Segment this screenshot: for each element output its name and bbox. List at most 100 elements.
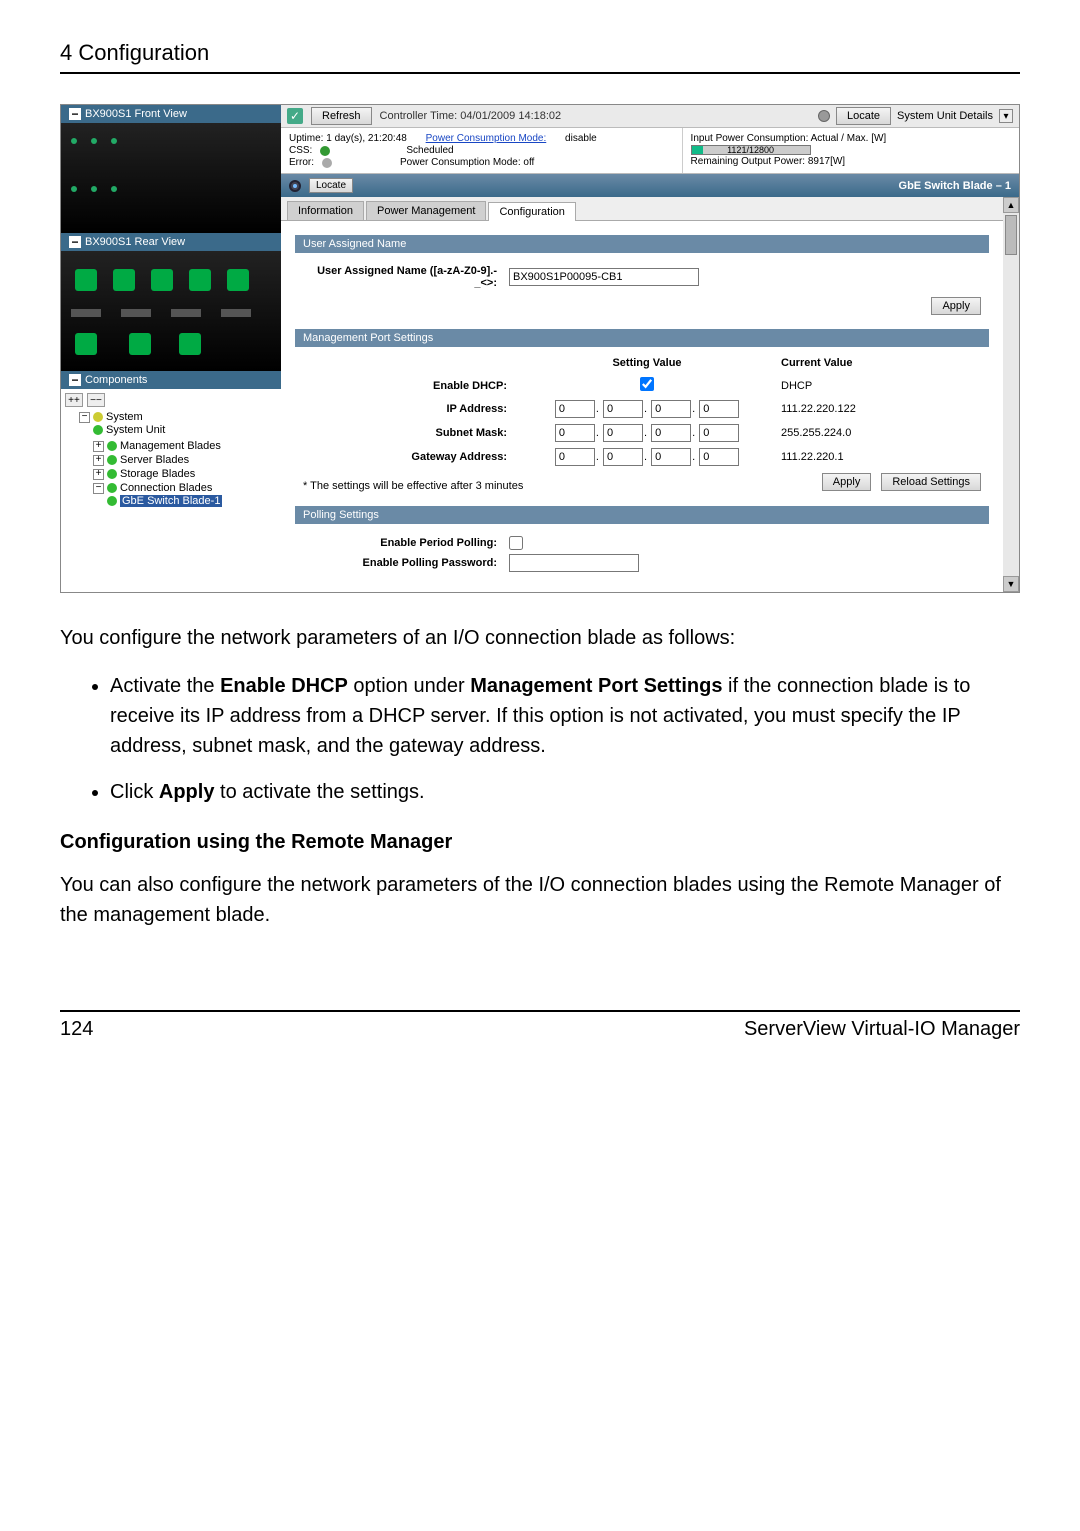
apply-port-settings-button[interactable]: Apply bbox=[822, 473, 872, 491]
subnet-current: 255.255.224.0 bbox=[781, 427, 981, 439]
status-icon bbox=[107, 496, 117, 506]
status-icon bbox=[107, 483, 117, 493]
details-expand-icon[interactable]: ▾ bbox=[999, 109, 1013, 123]
expand-all-icon[interactable]: ++ bbox=[65, 393, 83, 407]
ip-octet-4[interactable] bbox=[699, 400, 739, 418]
pcm-off-label: Power Consumption Mode: off bbox=[400, 157, 534, 168]
scroll-thumb[interactable] bbox=[1005, 215, 1017, 255]
error-label: Error: bbox=[289, 157, 314, 168]
list-item: Click Apply to activate the settings. bbox=[110, 777, 1020, 807]
status-icon bbox=[107, 455, 117, 465]
controller-time: Controller Time: 04/01/2009 14:18:02 bbox=[380, 110, 810, 122]
subnet-octet-2[interactable] bbox=[603, 424, 643, 442]
subnet-octet-4[interactable] bbox=[699, 424, 739, 442]
pcm-value: disable bbox=[565, 133, 597, 144]
enable-period-polling-checkbox[interactable] bbox=[509, 536, 523, 550]
closing-paragraph: You can also configure the network param… bbox=[60, 870, 1020, 930]
error-status-icon bbox=[322, 158, 332, 168]
scroll-up-icon[interactable]: ▲ bbox=[1003, 197, 1019, 213]
gw-octet-2[interactable] bbox=[603, 448, 643, 466]
info-bar: Uptime: 1 day(s), 21:20:48 Power Consump… bbox=[281, 128, 1019, 174]
sub-heading: Configuration using the Remote Manager bbox=[60, 831, 1020, 854]
scroll-down-icon[interactable]: ▼ bbox=[1003, 576, 1019, 592]
collapse-icon[interactable]: − bbox=[69, 108, 81, 120]
components-header[interactable]: − Components bbox=[61, 371, 281, 389]
reload-settings-button[interactable]: Reload Settings bbox=[881, 473, 981, 491]
settings-note: * The settings will be effective after 3… bbox=[303, 480, 822, 492]
locate-indicator-icon bbox=[818, 110, 830, 122]
apply-user-name-button[interactable]: Apply bbox=[931, 297, 981, 315]
expander-icon[interactable]: − bbox=[93, 483, 104, 494]
components-title: Components bbox=[85, 374, 147, 386]
gateway-current: 111.22.220.1 bbox=[781, 451, 981, 463]
rear-view-image bbox=[61, 251, 281, 371]
locate-blade-button[interactable]: Locate bbox=[309, 178, 353, 193]
tab-bar: Information Power Management Configurati… bbox=[281, 197, 1003, 221]
polling-password-input[interactable] bbox=[509, 554, 639, 572]
gateway-label: Gateway Address: bbox=[303, 451, 513, 463]
vertical-scrollbar[interactable]: ▲ ▼ bbox=[1003, 197, 1019, 592]
locate-button[interactable]: Locate bbox=[836, 107, 891, 125]
setting-value-header: Setting Value bbox=[513, 357, 781, 369]
ip-address-label: IP Address: bbox=[303, 403, 513, 415]
management-port-settings-header: Management Port Settings bbox=[295, 329, 989, 347]
tree-server-blades[interactable]: Server Blades bbox=[120, 454, 189, 466]
right-column: ✓ Refresh Controller Time: 04/01/2009 14… bbox=[281, 105, 1019, 592]
enable-period-polling-label: Enable Period Polling: bbox=[303, 537, 503, 549]
front-view-title: BX900S1 Front View bbox=[85, 108, 187, 120]
instruction-list: Activate the Enable DHCP option under Ma… bbox=[60, 671, 1020, 807]
rear-view-title: BX900S1 Rear View bbox=[85, 236, 185, 248]
subnet-octet-1[interactable] bbox=[555, 424, 595, 442]
gw-octet-4[interactable] bbox=[699, 448, 739, 466]
expander-icon[interactable]: + bbox=[93, 455, 104, 466]
subnet-octet-3[interactable] bbox=[651, 424, 691, 442]
ip-octet-1[interactable] bbox=[555, 400, 595, 418]
switch-blade-bar: Locate GbE Switch Blade – 1 bbox=[281, 174, 1019, 197]
tree-system-unit[interactable]: System Unit bbox=[106, 424, 165, 436]
pcm-link[interactable]: Power Consumption Mode: bbox=[426, 133, 547, 144]
ip-octet-3[interactable] bbox=[651, 400, 691, 418]
collapse-all-icon[interactable]: −− bbox=[87, 393, 105, 407]
expander-icon[interactable]: + bbox=[93, 469, 104, 480]
ip-current: 111.22.220.122 bbox=[781, 403, 981, 415]
expander-icon[interactable]: + bbox=[93, 441, 104, 452]
user-assigned-name-input[interactable] bbox=[509, 268, 699, 286]
tree-connection-blades[interactable]: Connection Blades bbox=[120, 482, 212, 494]
status-icon bbox=[93, 425, 103, 435]
expander-icon[interactable]: − bbox=[79, 412, 90, 423]
tab-power-management[interactable]: Power Management bbox=[366, 201, 486, 220]
user-assigned-name-header: User Assigned Name bbox=[295, 235, 989, 253]
rear-view-header[interactable]: − BX900S1 Rear View bbox=[61, 233, 281, 251]
refresh-button[interactable]: Refresh bbox=[311, 107, 372, 125]
tab-information[interactable]: Information bbox=[287, 201, 364, 220]
status-icon bbox=[107, 441, 117, 451]
page-footer: 124 ServerView Virtual-IO Manager bbox=[60, 1012, 1020, 1041]
system-unit-details-label: System Unit Details bbox=[897, 110, 993, 122]
left-column: − BX900S1 Front View − BX900S1 Rear View bbox=[61, 105, 281, 592]
enable-dhcp-checkbox[interactable] bbox=[640, 377, 654, 391]
tree-mgmt-blades[interactable]: Management Blades bbox=[120, 440, 221, 452]
list-item: Activate the Enable DHCP option under Ma… bbox=[110, 671, 1020, 761]
gw-octet-1[interactable] bbox=[555, 448, 595, 466]
front-view-header[interactable]: − BX900S1 Front View bbox=[61, 105, 281, 123]
gw-octet-3[interactable] bbox=[651, 448, 691, 466]
tab-configuration[interactable]: Configuration bbox=[488, 202, 575, 221]
scheduled-label: Scheduled bbox=[406, 145, 453, 156]
enable-dhcp-label: Enable DHCP: bbox=[303, 380, 513, 392]
intro-paragraph: You configure the network parameters of … bbox=[60, 623, 1020, 653]
collapse-icon[interactable]: − bbox=[69, 374, 81, 386]
tree-storage-blades[interactable]: Storage Blades bbox=[120, 468, 195, 480]
configuration-form: User Assigned Name User Assigned Name ([… bbox=[281, 221, 1003, 592]
current-value-header: Current Value bbox=[781, 357, 981, 369]
status-icon bbox=[93, 412, 103, 422]
tree-system[interactable]: System bbox=[106, 411, 143, 423]
collapse-icon[interactable]: − bbox=[69, 236, 81, 248]
enable-polling-password-label: Enable Polling Password: bbox=[303, 557, 503, 569]
locate-radio-icon[interactable] bbox=[289, 180, 301, 192]
tree-gbe-switch-1[interactable]: GbE Switch Blade-1 bbox=[120, 495, 222, 507]
top-bar: ✓ Refresh Controller Time: 04/01/2009 14… bbox=[281, 105, 1019, 128]
switch-blade-title: GbE Switch Blade – 1 bbox=[899, 180, 1011, 192]
screenshot-container: − BX900S1 Front View − BX900S1 Rear View bbox=[60, 104, 1020, 593]
ip-octet-2[interactable] bbox=[603, 400, 643, 418]
header-rule bbox=[60, 72, 1020, 74]
